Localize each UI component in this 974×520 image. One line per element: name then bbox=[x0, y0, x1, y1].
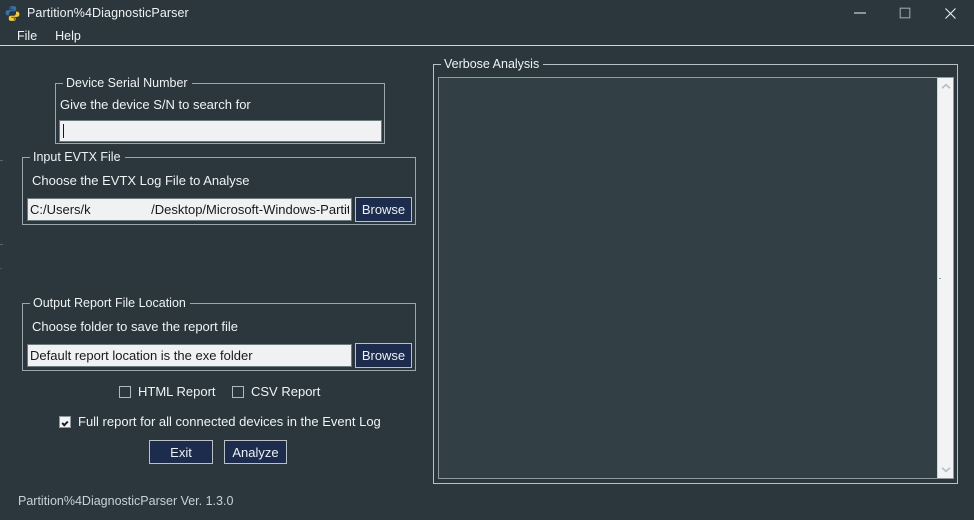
full-report-label: Full report for all connected devices in… bbox=[78, 414, 381, 429]
chevron-down-icon bbox=[940, 466, 951, 473]
window-controls bbox=[837, 0, 974, 26]
device-serial-number-legend: Device Serial Number bbox=[63, 76, 192, 90]
verbose-analysis-legend: Verbose Analysis bbox=[441, 57, 544, 71]
csv-report-checkbox[interactable] bbox=[232, 385, 244, 398]
maximize-button[interactable] bbox=[882, 0, 927, 26]
input-evtx-file-group: Input EVTX File Choose the EVTX Log File… bbox=[22, 150, 416, 225]
input-evtx-file-legend: Input EVTX File bbox=[30, 150, 125, 164]
title-bar: Partition%4DiagnosticParser bbox=[0, 0, 974, 26]
verbose-analysis-scrollbar[interactable] bbox=[937, 78, 953, 478]
minimize-button[interactable] bbox=[837, 0, 882, 26]
application-window: Partition%4DiagnosticParser File Help De… bbox=[0, 0, 974, 520]
device-serial-number-hint: Give the device S/N to search for bbox=[60, 97, 251, 112]
analyze-button[interactable]: Analyze bbox=[224, 440, 287, 464]
output-report-location-hint: Choose folder to save the report file bbox=[32, 319, 238, 334]
evtx-path-input[interactable]: C:/Users/k /Desktop/Microsoft-Windows-Pa… bbox=[27, 198, 352, 221]
left-edge-artifact-bottom bbox=[0, 268, 2, 269]
serial-number-input[interactable] bbox=[59, 120, 382, 142]
close-button[interactable] bbox=[927, 0, 974, 26]
evtx-path-suffix: /Desktop/Microsoft-Windows-Partitio bbox=[151, 202, 349, 217]
exit-button[interactable]: Exit bbox=[149, 440, 213, 464]
scrollbar-track-tick bbox=[939, 278, 941, 279]
verbose-analysis-textarea[interactable] bbox=[438, 77, 954, 479]
chevron-up-icon bbox=[940, 83, 951, 90]
html-report-label: HTML Report bbox=[138, 384, 216, 399]
python-logo-icon bbox=[4, 5, 21, 22]
evtx-path-prefix: C:/Users/k bbox=[30, 202, 91, 217]
menu-bar: File Help bbox=[0, 26, 974, 46]
text-caret bbox=[63, 124, 64, 138]
input-evtx-file-hint: Choose the EVTX Log File to Analyse bbox=[32, 173, 250, 188]
full-report-checkbox[interactable] bbox=[59, 415, 71, 428]
scrollbar-up-button[interactable] bbox=[938, 78, 953, 95]
csv-report-label: CSV Report bbox=[251, 384, 321, 399]
status-bar-text: Partition%4DiagnosticParser Ver. 1.3.0 bbox=[18, 494, 234, 508]
html-report-checkbox-row[interactable]: HTML Report bbox=[119, 384, 216, 399]
html-report-checkbox[interactable] bbox=[119, 385, 131, 398]
browse-evtx-button[interactable]: Browse bbox=[355, 197, 412, 222]
window-title: Partition%4DiagnosticParser bbox=[27, 6, 189, 20]
device-serial-number-group: Device Serial Number Give the device S/N… bbox=[55, 76, 385, 144]
browse-output-button[interactable]: Browse bbox=[355, 343, 412, 368]
maximize-icon bbox=[899, 7, 911, 19]
scrollbar-down-button[interactable] bbox=[938, 461, 953, 478]
menu-item-help[interactable]: Help bbox=[46, 27, 90, 45]
left-edge-artifact-top bbox=[0, 160, 3, 161]
evtx-path-redacted-username bbox=[90, 202, 152, 217]
output-report-location-legend: Output Report File Location bbox=[30, 296, 190, 310]
menu-item-file[interactable]: File bbox=[8, 27, 46, 45]
verbose-analysis-group: Verbose Analysis bbox=[433, 57, 958, 484]
output-folder-input[interactable]: Default report location is the exe folde… bbox=[27, 344, 352, 367]
close-icon bbox=[944, 7, 957, 20]
output-report-location-group: Output Report File Location Choose folde… bbox=[22, 296, 416, 371]
verbose-analysis-content bbox=[443, 80, 935, 476]
scrollbar-track[interactable] bbox=[938, 95, 953, 461]
csv-report-checkbox-row[interactable]: CSV Report bbox=[232, 384, 320, 399]
left-edge-artifact-mid bbox=[0, 244, 3, 245]
full-report-checkbox-row[interactable]: Full report for all connected devices in… bbox=[59, 414, 381, 429]
output-folder-value: Default report location is the exe folde… bbox=[30, 348, 253, 363]
minimize-icon bbox=[853, 8, 867, 18]
